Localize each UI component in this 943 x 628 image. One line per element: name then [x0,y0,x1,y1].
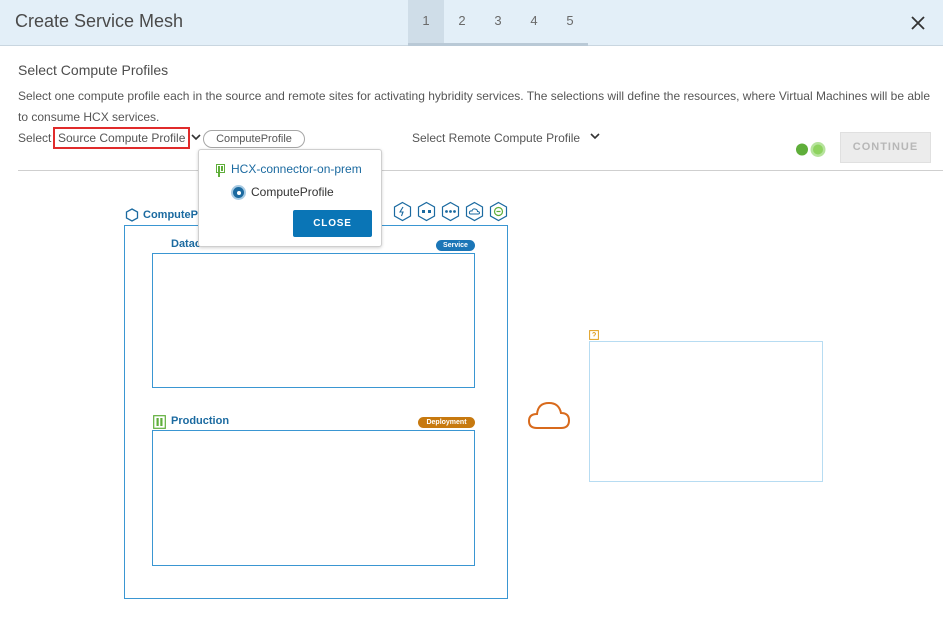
wizard-steps: 1 2 3 4 5 [408,0,588,46]
migration-icon [489,201,508,222]
remote-site-box [589,341,823,482]
compute-profile-icon [125,208,139,222]
close-icon[interactable] [907,12,929,34]
chevron-down-icon[interactable] [191,133,201,141]
step-3[interactable]: 3 [480,0,516,46]
wan-optimization-icon [441,201,460,222]
production-label: Production [171,415,230,427]
chevron-down-icon[interactable] [590,132,600,140]
close-button[interactable]: CLOSE [293,210,372,237]
section-title: Select Compute Profiles [18,62,169,78]
step-1[interactable]: 1 [408,0,444,46]
production-cluster-icon [153,415,166,429]
step-5[interactable]: 5 [552,0,588,46]
source-compute-profile-selector[interactable]: Source Compute Profile [53,127,191,149]
dialog-title: Create Service Mesh [15,11,184,31]
divider [18,170,943,171]
site-icon [216,164,225,177]
service-icons [392,201,509,222]
datacenter-box [152,253,475,388]
compute-profile-option-label[interactable]: ComputeProfile [251,185,334,199]
compute-profile-label: ComputePr [143,209,203,221]
step-4[interactable]: 4 [516,0,552,46]
cloud-icon [527,401,571,429]
steps-underline [408,43,588,46]
step-2[interactable]: 2 [444,0,480,46]
compute-profile-popover: HCX-connector-on-prem ComputeProfile CLO… [198,149,382,247]
deployment-badge: Deployment [418,417,475,428]
section-description: Select one compute profile each in the s… [18,89,931,124]
site-name: HCX-connector-on-prem [231,162,362,176]
compute-profile-radio[interactable] [231,185,246,200]
remote-compute-profile-selector[interactable]: Select Remote Compute Profile [412,131,580,145]
service-badge: Service [436,240,475,251]
vmotion-icon [393,201,412,222]
continue-button[interactable]: CONTINUE [840,132,931,163]
remote-site-icon [589,330,599,340]
network-extension-icon [417,201,436,222]
select-prefix-label: Select [18,131,52,145]
dialog-header: Create Service Mesh 1 2 3 4 5 [0,0,943,46]
production-box [152,430,475,566]
status-toggle-icon[interactable] [794,141,828,158]
datacenter-label: Datac [171,238,201,250]
cloud-service-icon [465,201,484,222]
selected-source-profile-pill: ComputeProfile [203,130,305,148]
